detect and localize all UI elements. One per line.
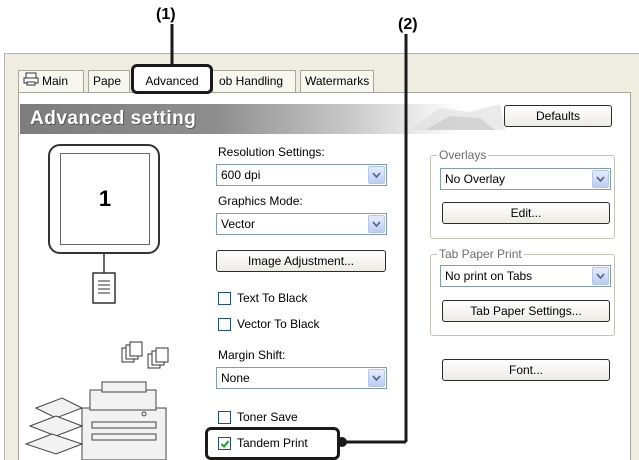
document-icon [92, 272, 116, 304]
printer-icon [23, 72, 39, 92]
checkmark-icon [220, 439, 229, 448]
stacked-pages-icon [121, 341, 169, 369]
overlays-group-title: Overlays [437, 148, 489, 162]
defaults-button[interactable]: Defaults [504, 105, 612, 127]
page-preview-number: 1 [98, 186, 112, 211]
chevron-down-icon [592, 170, 609, 188]
callout-label-1: (1) [156, 6, 176, 23]
tab-advanced[interactable]: Advanced [131, 64, 213, 94]
overlay-select-value: No Overlay [445, 172, 506, 186]
tab-paper-label: Pape [93, 74, 122, 88]
tandem-print-label: Tandem Print [237, 436, 308, 450]
tab-paper-settings-button[interactable]: Tab Paper Settings... [442, 300, 610, 322]
tandem-print-checkbox[interactable] [218, 437, 231, 450]
text-to-black-checkbox[interactable] [218, 292, 231, 305]
resolution-settings-label: Resolution Settings: [218, 145, 325, 159]
margin-shift-select-value: None [221, 371, 250, 385]
tab-advanced-label: Advanced [145, 74, 199, 88]
vector-to-black-checkbox[interactable] [218, 318, 231, 331]
callout-1-connector [170, 24, 174, 66]
tab-paper[interactable]: Pape [88, 70, 130, 92]
toner-save-checkbox[interactable] [218, 411, 231, 424]
tab-main[interactable]: Main [18, 70, 84, 92]
edit-overlay-button[interactable]: Edit... [442, 202, 610, 224]
page-title: Advanced setting [30, 108, 197, 129]
font-button[interactable]: Font... [442, 359, 610, 381]
callout-label-2: (2) [398, 16, 418, 33]
tab-job-handling-label: ob Handling [219, 74, 284, 88]
printer-machine-icon [24, 381, 167, 460]
banner-decoration-graphic [410, 104, 505, 130]
overlay-select[interactable]: No Overlay [440, 168, 611, 190]
tab-job-handling[interactable]: ob Handling [212, 70, 296, 92]
tab-paper-print-select-value: No print on Tabs [445, 269, 533, 283]
graphics-mode-select-value: Vector [221, 217, 256, 231]
vector-to-black-label: Vector To Black [237, 317, 320, 331]
resolution-select-value: 600 dpi [221, 168, 261, 182]
margin-shift-label: Margin Shift: [218, 348, 286, 362]
graphics-mode-label: Graphics Mode: [218, 194, 303, 208]
preview-connector-line [103, 254, 105, 274]
tab-paper-print-select[interactable]: No print on Tabs [440, 265, 611, 287]
text-to-black-label: Text To Black [237, 291, 308, 305]
tab-paper-print-group-title: Tab Paper Print [437, 247, 524, 261]
callout-2-connector [337, 34, 408, 447]
tab-main-label: Main [42, 74, 69, 88]
toner-save-label: Toner Save [237, 410, 298, 424]
chevron-down-icon [592, 267, 609, 285]
